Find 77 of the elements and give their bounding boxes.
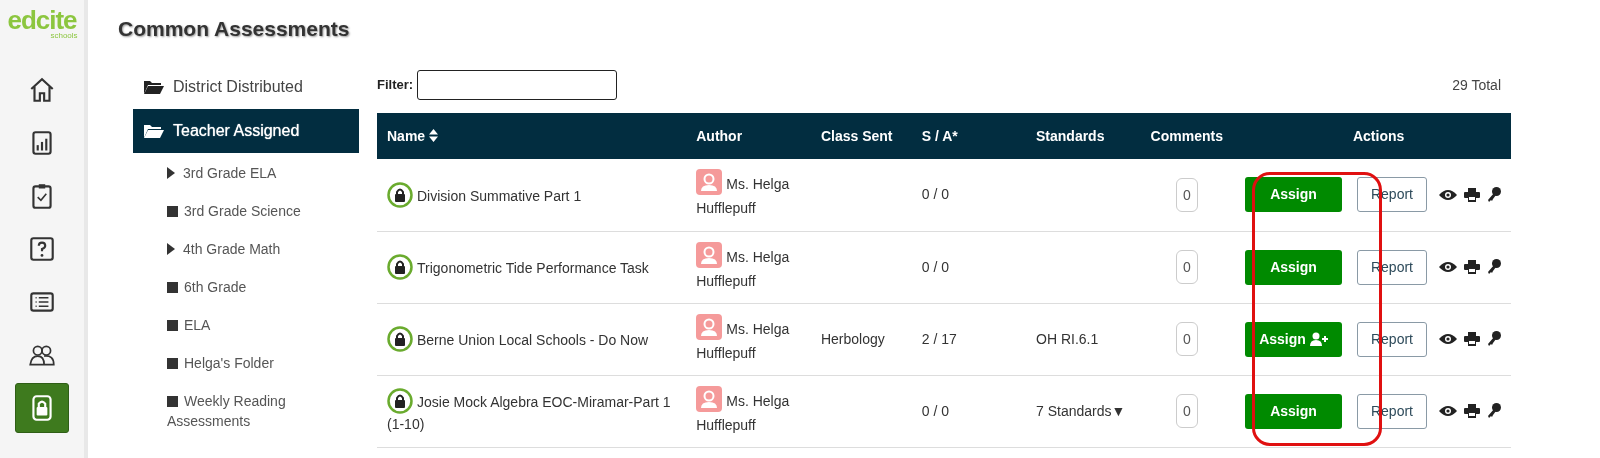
lock-icon (387, 387, 413, 414)
caret-icon (167, 167, 175, 180)
column-header: Standards (1026, 113, 1141, 160)
eye-icon[interactable] (1438, 405, 1457, 418)
total-count: 29 Total (1452, 75, 1501, 95)
class-name: Herbology (820, 330, 885, 347)
assign-button[interactable]: Assign (1244, 249, 1342, 285)
caret-icon (167, 243, 175, 256)
folder-item[interactable]: Helga's Folder (167, 353, 337, 374)
standards-text: OH RI.6.1 (1036, 330, 1099, 347)
square-icon (167, 396, 178, 408)
logo: edcite schools (6, 4, 79, 42)
column-header: Comments (1140, 113, 1233, 160)
score-count: 2 / 17 (921, 330, 957, 347)
filter-label: Filter: (377, 76, 414, 95)
folder-icon (143, 79, 165, 96)
column-header: Author (686, 113, 811, 160)
key-icon[interactable] (1486, 186, 1501, 203)
lock-icon (387, 326, 413, 353)
folder-item[interactable]: 3rd Grade ELA (167, 163, 337, 184)
assign-button[interactable]: Assign (1244, 177, 1342, 213)
folder-item[interactable]: 4th Grade Math (167, 239, 337, 260)
key-icon[interactable] (1486, 331, 1501, 348)
folder-item[interactable]: Teacher Assigned (133, 109, 359, 154)
comment-count: 0 (1175, 250, 1198, 285)
author-name: Ms. Helga Hufflepuff (696, 241, 801, 293)
avatar-icon (696, 313, 723, 340)
avatar-icon (696, 241, 723, 268)
folder-item[interactable]: Weekly Reading Assessments (167, 391, 337, 432)
assessment-name: Division Summative Part 1 (387, 181, 677, 208)
score-count: 0 / 0 (921, 402, 949, 419)
print-icon[interactable] (1463, 332, 1480, 347)
add-user-icon (1309, 331, 1328, 346)
print-icon[interactable] (1463, 187, 1480, 202)
print-icon[interactable] (1463, 404, 1480, 419)
key-icon[interactable] (1486, 259, 1501, 276)
column-header: Class Sent (810, 113, 912, 160)
comment-count: 0 (1175, 322, 1198, 357)
comment-count: 0 (1175, 394, 1198, 429)
help-icon (27, 234, 57, 264)
standards-text: 7 Standards▼ (1036, 402, 1126, 419)
square-icon (167, 206, 178, 218)
column-header: Actions (1232, 113, 1511, 160)
column-header[interactable]: Name (377, 113, 687, 160)
assessment-name: Berne Union Local Schools - Do Now (387, 326, 677, 353)
assign-button[interactable]: Assign (1244, 393, 1342, 429)
square-icon (167, 358, 178, 370)
eye-icon[interactable] (1438, 333, 1457, 346)
filter-field[interactable] (416, 70, 617, 101)
lock-icon (387, 181, 413, 208)
page-title: Common Assessments (118, 16, 351, 42)
avatar-icon (696, 169, 723, 196)
assessment-name: Josie Mock Algebra EOC-Miramar-Part 1 (1-10) (387, 387, 677, 435)
score-count: 0 / 0 (921, 258, 949, 275)
eye-icon[interactable] (1438, 261, 1457, 274)
key-icon[interactable] (1486, 403, 1501, 420)
folder-item[interactable]: District Distributed (133, 65, 359, 110)
comment-count: 0 (1175, 177, 1198, 212)
column-header: S / A* (911, 113, 1026, 160)
square-icon (167, 320, 178, 332)
assessment-name: Trigonometric Tide Performance Task (387, 254, 677, 281)
print-icon[interactable] (1463, 260, 1480, 275)
author-name: Ms. Helga Hufflepuff (696, 169, 801, 221)
folder-icon (143, 123, 165, 140)
eye-icon[interactable] (1438, 188, 1457, 201)
square-icon (167, 282, 178, 294)
assign-button[interactable]: Assign (1244, 321, 1342, 357)
folder-item[interactable]: 6th Grade (167, 277, 337, 298)
folder-item[interactable]: ELA (167, 315, 337, 336)
folder-item[interactable]: 3rd Grade Science (167, 201, 337, 222)
lock-icon (387, 254, 413, 281)
author-name: Ms. Helga Hufflepuff (696, 385, 801, 437)
avatar-icon (696, 385, 723, 412)
lock-button[interactable] (15, 383, 69, 433)
sort-icon (429, 128, 439, 142)
author-name: Ms. Helga Hufflepuff (696, 313, 801, 365)
score-count: 0 / 0 (921, 186, 949, 203)
